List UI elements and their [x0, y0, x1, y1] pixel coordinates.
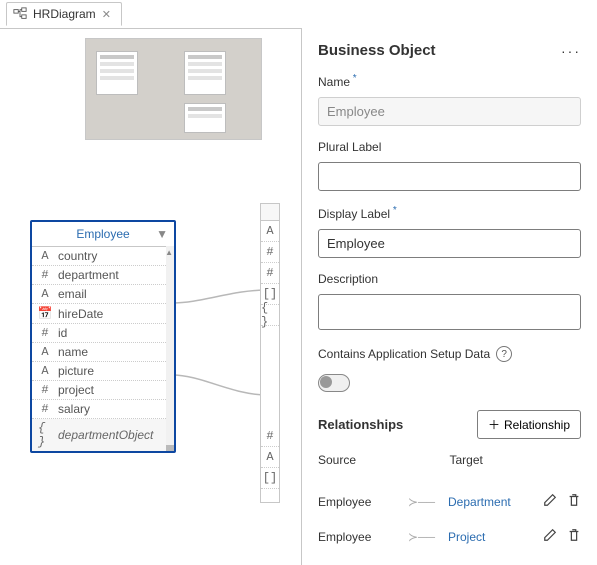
name-label: Name	[318, 73, 581, 89]
description-field[interactable]	[318, 294, 581, 330]
relationship-connector	[172, 288, 267, 318]
relationship-source: Employee	[318, 530, 408, 544]
field-row[interactable]: []	[261, 468, 279, 489]
field-row[interactable]: Acountry	[32, 247, 174, 266]
help-icon[interactable]: ?	[496, 346, 512, 362]
relationship-target-link[interactable]: Department	[448, 495, 511, 509]
entity-employee[interactable]: Employee ▼ Acountry # department Aemail 📅 hir…	[30, 220, 176, 453]
relationship-columns: Source Target	[318, 453, 581, 467]
type-icon: { }	[38, 421, 52, 449]
diagram-canvas[interactable]: Employee ▼ Acountry # department Aemail 📅 hir…	[0, 28, 297, 565]
minimap[interactable]	[85, 38, 262, 140]
type-icon: A	[38, 249, 52, 263]
setup-data-label: Contains Application Setup Data	[318, 347, 490, 361]
minimap-node	[96, 51, 138, 95]
type-icon: A	[38, 287, 52, 301]
field-name: id	[58, 326, 67, 340]
type-icon: #	[38, 402, 52, 416]
field-name: email	[58, 287, 87, 301]
relationship-connector	[172, 373, 267, 403]
type-icon: A	[38, 364, 52, 378]
col-target: Target	[450, 453, 582, 467]
delete-icon[interactable]	[567, 493, 581, 510]
description-label: Description	[318, 272, 581, 286]
field-name: name	[58, 345, 88, 359]
entity-related[interactable]: A##[]{ }#A[]	[260, 203, 280, 503]
field-row[interactable]: 📅 hireDate	[32, 304, 174, 324]
name-field[interactable]	[318, 97, 581, 126]
field-row[interactable]: # salary	[32, 400, 174, 419]
field-name: department	[58, 268, 119, 282]
display-label-label: Display Label	[318, 205, 581, 221]
tab-bar: HRDiagram ✕	[0, 0, 597, 29]
entity-field-list: Acountry # department Aemail 📅 hireDate # id Ana…	[32, 247, 174, 451]
display-label-field[interactable]	[318, 229, 581, 258]
scrollbar[interactable]	[166, 246, 174, 451]
field-row[interactable]: { } departmentObject	[32, 419, 174, 451]
type-icon: 📅	[38, 306, 52, 321]
field-row[interactable]: #	[261, 242, 279, 263]
edit-icon[interactable]	[543, 493, 557, 510]
properties-panel: Business Object ··· Name Plural Label Di…	[301, 28, 597, 565]
field-row[interactable]: #	[261, 426, 279, 447]
add-relationship-label: Relationship	[504, 418, 570, 432]
field-name: country	[58, 249, 97, 263]
close-icon[interactable]: ✕	[102, 8, 111, 21]
delete-icon[interactable]	[567, 528, 581, 545]
relationship-source: Employee	[318, 495, 408, 509]
chevron-down-icon[interactable]: ▼	[156, 227, 168, 241]
field-row[interactable]: Aname	[32, 343, 174, 362]
field-row[interactable]: #	[261, 263, 279, 284]
field-name: picture	[58, 364, 94, 378]
minimap-node	[184, 51, 226, 95]
tab-hrdiagram[interactable]: HRDiagram ✕	[6, 2, 122, 26]
add-relationship-button[interactable]: ＋ Relationship	[477, 410, 581, 439]
relationship-connector-icon: ≻──	[408, 495, 448, 509]
entity-header	[261, 204, 279, 221]
relationship-row: Employee≻──Project	[318, 528, 581, 545]
field-row[interactable]: Apicture	[32, 362, 174, 381]
more-icon[interactable]: ···	[561, 43, 581, 59]
relationship-connector-icon: ≻──	[408, 530, 448, 544]
plural-label-label: Plural Label	[318, 140, 581, 154]
type-icon: #	[38, 268, 52, 282]
field-row[interactable]: # project	[32, 381, 174, 400]
type-icon: #	[38, 383, 52, 397]
setup-data-toggle[interactable]	[318, 374, 350, 392]
diagram-icon	[13, 7, 27, 21]
field-row[interactable]: # department	[32, 266, 174, 285]
col-source: Source	[318, 453, 450, 467]
field-row[interactable]: { }	[261, 305, 279, 326]
plus-icon: ＋	[488, 416, 500, 433]
field-name: project	[58, 383, 94, 397]
type-icon: A	[38, 345, 52, 359]
entity-header[interactable]: Employee ▼	[32, 222, 174, 247]
field-row[interactable]: A	[261, 221, 279, 242]
field-name: salary	[58, 402, 90, 416]
plural-label-field[interactable]	[318, 162, 581, 191]
minimap-node	[184, 103, 226, 133]
scroll-up-icon[interactable]: ▲	[165, 248, 173, 257]
tab-label: HRDiagram	[33, 7, 96, 21]
field-name: departmentObject	[58, 428, 153, 442]
relationship-row: Employee≻──Department	[318, 493, 581, 510]
edit-icon[interactable]	[543, 528, 557, 545]
field-name: hireDate	[58, 307, 103, 321]
type-icon: #	[38, 326, 52, 340]
entity-title: Employee	[76, 227, 129, 241]
panel-title: Business Object	[318, 42, 436, 59]
field-row[interactable]: A	[261, 447, 279, 468]
relationship-target-link[interactable]: Project	[448, 530, 485, 544]
relationships-heading: Relationships	[318, 417, 403, 432]
field-row[interactable]: # id	[32, 324, 174, 343]
field-row[interactable]: Aemail	[32, 285, 174, 304]
